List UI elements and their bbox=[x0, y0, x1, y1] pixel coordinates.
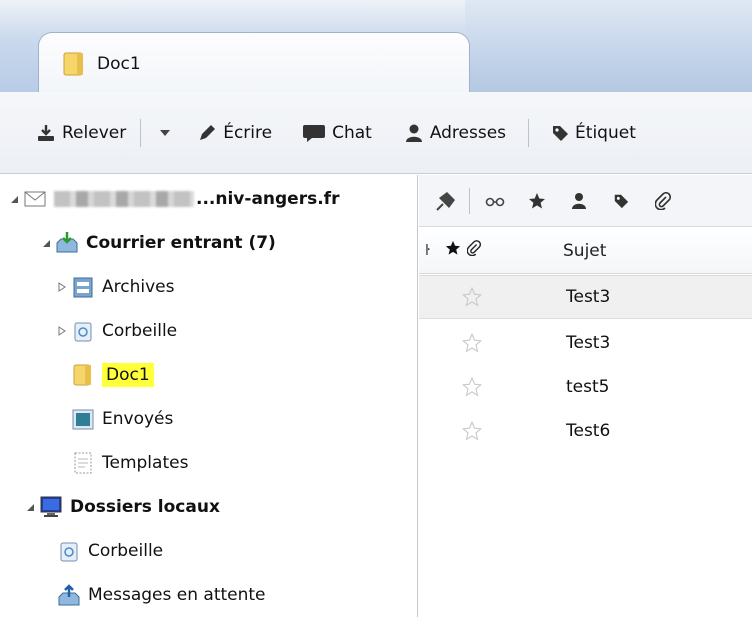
attachment-column-header[interactable] bbox=[466, 240, 563, 261]
star-icon bbox=[529, 192, 545, 208]
trash-label: Corbeille bbox=[102, 321, 178, 341]
tag-label: Étiquet bbox=[575, 122, 636, 143]
address-book-button[interactable]: Adresses bbox=[400, 113, 510, 153]
folder-local[interactable]: Dossiers locaux bbox=[24, 485, 220, 529]
tab-strip-background bbox=[465, 0, 752, 92]
sent-icon bbox=[72, 409, 94, 430]
get-messages-dropdown[interactable] bbox=[151, 113, 179, 153]
folder-archives[interactable]: Archives bbox=[56, 265, 174, 309]
folder-icon bbox=[73, 364, 91, 386]
folder-trash[interactable]: Corbeille bbox=[56, 309, 177, 353]
expand-icon[interactable] bbox=[56, 325, 68, 337]
collapse-icon[interactable] bbox=[40, 237, 52, 249]
star-outline-icon[interactable] bbox=[462, 287, 482, 307]
person-icon bbox=[405, 124, 422, 142]
collapse-icon[interactable] bbox=[24, 501, 36, 513]
sent-label: Envoyés bbox=[102, 409, 174, 429]
folder-inbox[interactable]: Courrier entrant (7) bbox=[40, 221, 276, 265]
star-outline-icon[interactable] bbox=[462, 333, 482, 353]
toolbar-separator bbox=[528, 118, 530, 147]
inbox-icon bbox=[56, 232, 78, 253]
outbox-label: Messages en attente bbox=[88, 585, 266, 605]
glasses-icon bbox=[485, 197, 505, 206]
message-subject: Test6 bbox=[566, 421, 611, 441]
message-row[interactable]: Test3 bbox=[419, 275, 752, 319]
folder-pane: ...niv-angers.fr Courrier entrant (7) Ar… bbox=[0, 175, 418, 617]
quick-filter-bar bbox=[419, 175, 752, 227]
message-row[interactable]: test5 bbox=[419, 365, 752, 409]
subject-column-header[interactable]: Sujet bbox=[563, 241, 606, 261]
folder-doc1[interactable]: Doc1 bbox=[72, 353, 154, 397]
expand-icon[interactable] bbox=[56, 281, 68, 293]
tab-doc1[interactable]: Doc1 bbox=[38, 32, 470, 94]
folder-sent[interactable]: Envoyés bbox=[72, 397, 173, 441]
tab-strip: Doc1 bbox=[0, 0, 752, 94]
chat-bubble-icon bbox=[303, 124, 326, 142]
tag-icon bbox=[614, 194, 629, 208]
pencil-icon bbox=[200, 124, 216, 140]
paperclip-icon bbox=[466, 240, 482, 257]
starred-filter-button[interactable] bbox=[526, 190, 548, 212]
folder-outbox[interactable]: Messages en attente bbox=[58, 573, 266, 617]
chat-label: Chat bbox=[332, 122, 372, 143]
contact-filter-button[interactable] bbox=[568, 190, 590, 212]
message-list-header: ŀ Sujet bbox=[419, 228, 752, 274]
pin-icon bbox=[436, 191, 455, 211]
redacted-account-name bbox=[54, 191, 194, 207]
folder-icon bbox=[63, 52, 83, 75]
paperclip-icon bbox=[655, 191, 671, 210]
account-label: ...niv-angers.fr bbox=[196, 189, 340, 209]
folder-account[interactable]: ...niv-angers.fr bbox=[8, 177, 339, 221]
star-column-header[interactable] bbox=[445, 240, 467, 261]
thread-column-header[interactable]: ŀ bbox=[419, 243, 445, 259]
template-icon bbox=[74, 452, 92, 474]
get-messages-label: Relever bbox=[62, 122, 127, 143]
folder-templates[interactable]: Templates bbox=[72, 441, 188, 485]
attachment-filter-button[interactable] bbox=[652, 190, 674, 212]
archive-icon bbox=[73, 277, 93, 298]
unread-filter-button[interactable] bbox=[484, 190, 506, 212]
local-folders-label: Dossiers locaux bbox=[70, 497, 220, 517]
message-row[interactable]: Test3 bbox=[419, 321, 752, 365]
chevron-down-icon bbox=[160, 129, 171, 136]
computer-icon bbox=[40, 496, 62, 517]
archives-label: Archives bbox=[102, 277, 175, 297]
star-icon bbox=[445, 240, 461, 255]
message-subject: Test3 bbox=[566, 287, 611, 307]
message-row[interactable]: Test6 bbox=[419, 409, 752, 453]
collapse-icon[interactable] bbox=[8, 193, 20, 205]
tab-title: Doc1 bbox=[97, 53, 141, 74]
local-trash-label: Corbeille bbox=[88, 541, 164, 561]
message-pane: ŀ Sujet Test3 Test3 test5 Test6 bbox=[419, 175, 752, 617]
filter-separator bbox=[469, 187, 470, 214]
toolbar-separator bbox=[140, 118, 142, 147]
star-outline-icon[interactable] bbox=[462, 421, 482, 441]
message-subject: Test3 bbox=[566, 333, 611, 353]
write-label: Écrire bbox=[223, 122, 273, 143]
chat-button[interactable]: Chat bbox=[298, 113, 376, 153]
pin-filter-button[interactable] bbox=[435, 190, 457, 212]
get-messages-button[interactable]: Relever bbox=[32, 113, 130, 153]
star-outline-icon[interactable] bbox=[462, 377, 482, 397]
trash-icon bbox=[60, 542, 78, 562]
tag-icon bbox=[553, 125, 569, 141]
inbox-label: Courrier entrant (7) bbox=[86, 233, 276, 253]
main-toolbar: Relever Écrire Chat Adresses Étiquet bbox=[0, 92, 752, 174]
address-book-label: Adresses bbox=[429, 122, 507, 143]
message-subject: test5 bbox=[566, 377, 610, 397]
trash-icon bbox=[74, 322, 92, 342]
tag-filter-button[interactable] bbox=[610, 190, 632, 212]
person-icon bbox=[572, 192, 586, 209]
write-button[interactable]: Écrire bbox=[193, 113, 276, 153]
templates-label: Templates bbox=[102, 453, 189, 473]
download-icon bbox=[38, 124, 54, 141]
doc1-label: Doc1 bbox=[102, 363, 154, 387]
outbox-icon bbox=[58, 584, 80, 606]
mail-account-icon bbox=[24, 191, 46, 207]
folder-local-trash[interactable]: Corbeille bbox=[58, 529, 163, 573]
tag-button[interactable]: Étiquet bbox=[547, 113, 640, 153]
